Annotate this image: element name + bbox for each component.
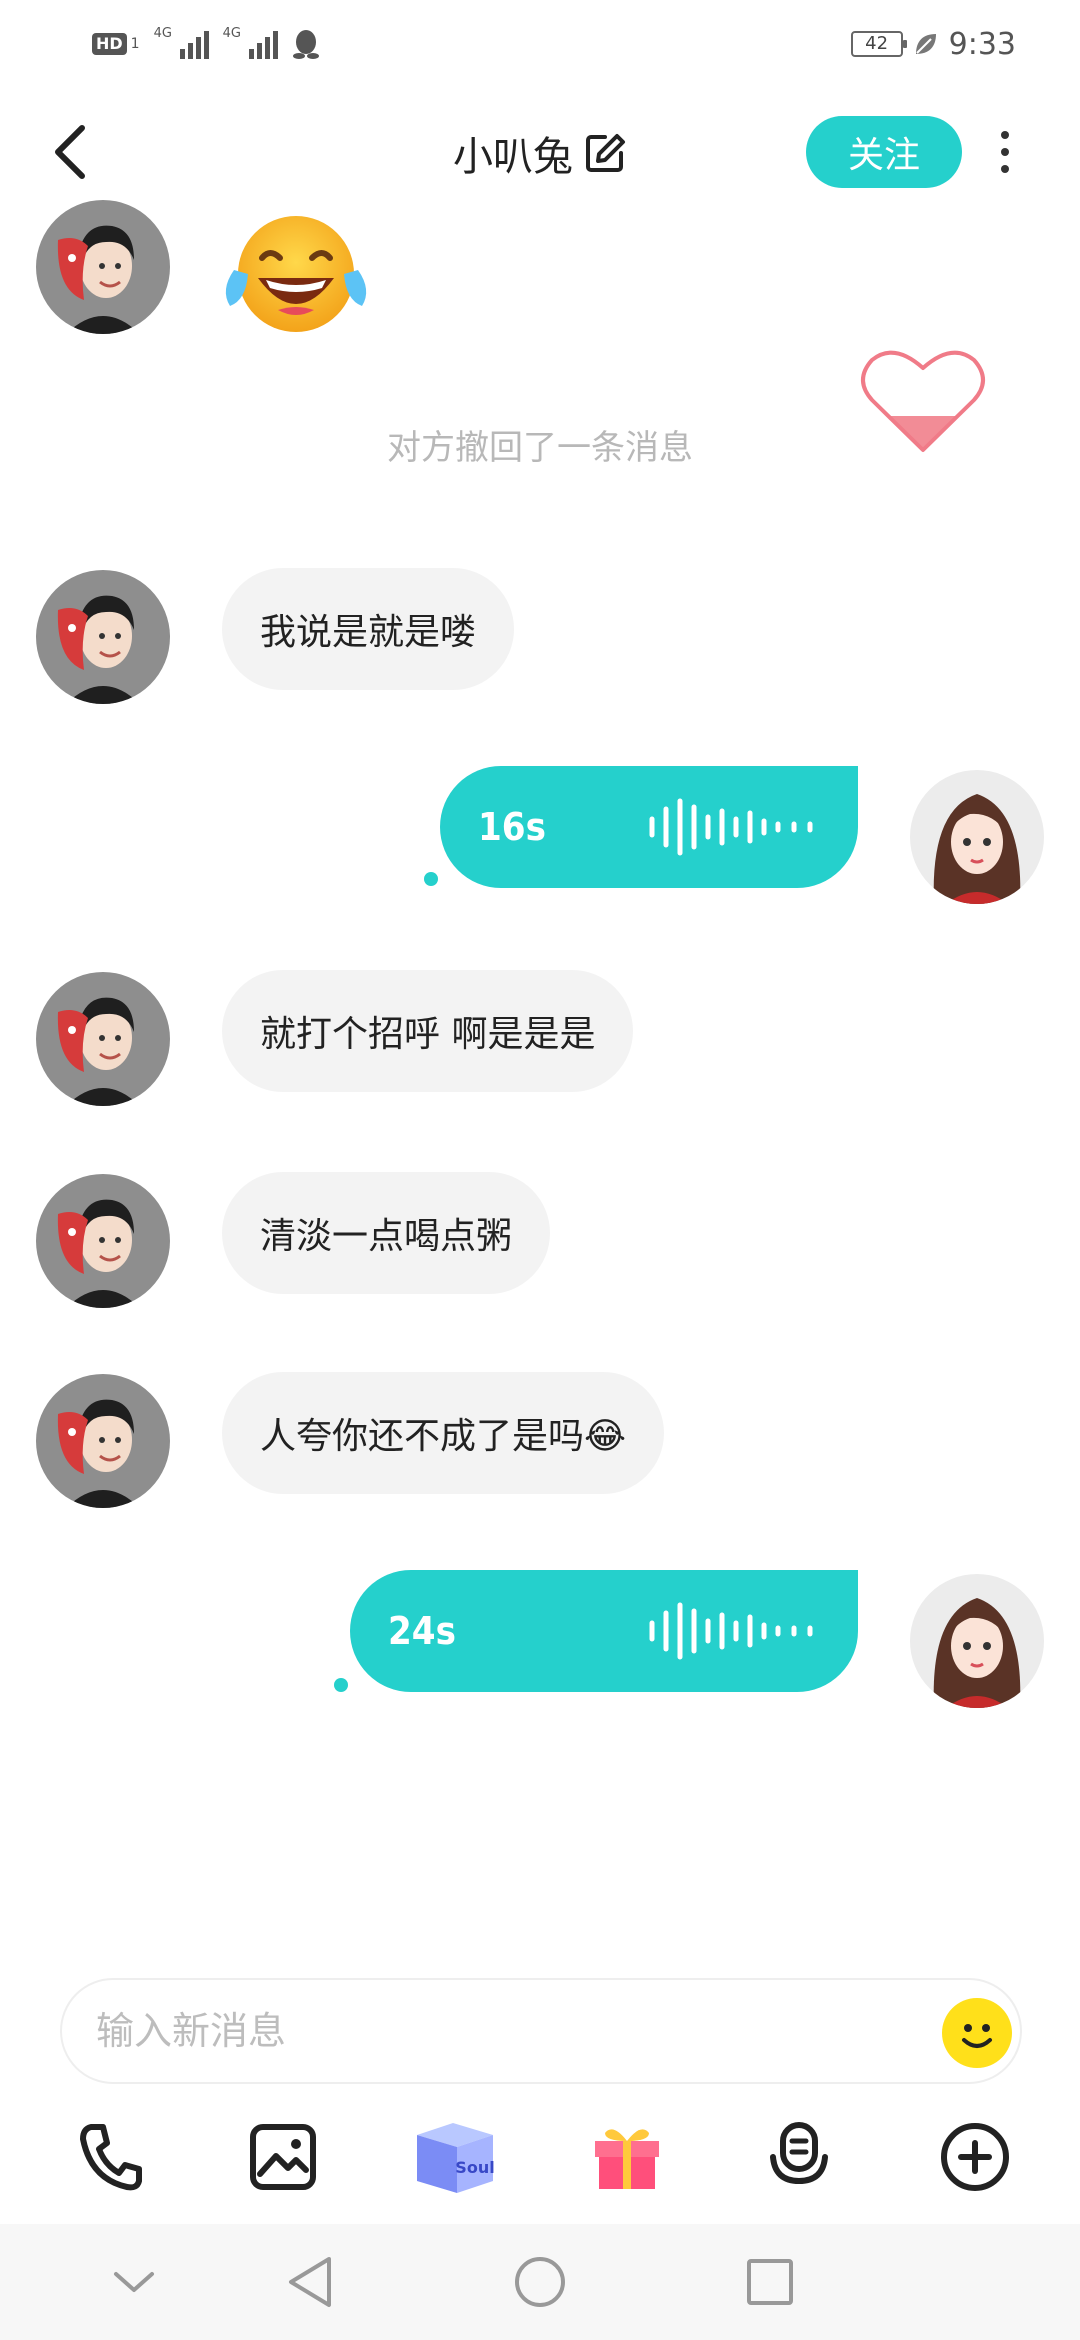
recents-square-icon	[747, 2259, 793, 2305]
clock: 9:33	[948, 26, 1016, 62]
soul-box-text: Soul	[455, 2158, 494, 2177]
voice-message[interactable]: 16s	[440, 766, 858, 888]
gift-button[interactable]	[582, 2110, 672, 2204]
partner-avatar-image	[36, 1174, 170, 1308]
phone-button[interactable]	[66, 2110, 156, 2204]
hd-badge: HD	[92, 33, 127, 55]
phone-icon	[80, 2124, 142, 2191]
laughing-emoji	[225, 216, 367, 332]
voice-duration: 24s	[388, 1609, 456, 1653]
qq-icon	[292, 30, 319, 59]
image-icon	[250, 2124, 316, 2190]
voice-bubble-icon	[770, 2122, 828, 2185]
emoji-button[interactable]	[942, 1998, 1012, 2068]
incoming-message[interactable]: 我说是就是喽	[222, 568, 515, 690]
more-options-button[interactable]	[990, 122, 1020, 182]
partner-avatar[interactable]	[36, 570, 170, 704]
image-button[interactable]	[238, 2110, 328, 2204]
partner-avatar-image	[36, 972, 170, 1106]
soul-box-icon: Soul	[417, 2123, 495, 2193]
partner-avatar-image	[36, 1374, 170, 1508]
chat-header: 小叭兔 关注	[0, 100, 1080, 204]
my-avatar[interactable]	[910, 1574, 1044, 1708]
partner-avatar[interactable]	[36, 972, 170, 1106]
plus-icon	[941, 2123, 1009, 2191]
smiley-icon	[962, 2024, 992, 2048]
incoming-message[interactable]: 就打个招呼 啊是是是	[222, 970, 634, 1092]
signal-icon: 4G	[153, 26, 209, 59]
soul-box-button[interactable]: Soul	[410, 2110, 500, 2204]
my-avatar-image	[910, 1574, 1044, 1708]
nav-collapse-button[interactable]	[104, 2252, 164, 2312]
message-input-bar	[60, 1978, 1022, 2084]
dot	[1001, 148, 1009, 156]
waveform-icon	[649, 798, 813, 856]
follow-button[interactable]: 关注	[806, 116, 962, 188]
back-triangle-icon	[289, 2257, 331, 2307]
incoming-message[interactable]: 人夸你还不成了是吗😂	[222, 1372, 665, 1494]
partner-avatar[interactable]	[36, 1174, 170, 1308]
page-title: 小叭兔	[453, 134, 573, 180]
battery-icon: 42	[850, 31, 907, 57]
signal-label: 4G	[222, 26, 241, 41]
partner-avatar[interactable]	[36, 1374, 170, 1508]
leaf-icon	[915, 34, 936, 54]
nav-back-button[interactable]	[280, 2252, 340, 2312]
edit-icon[interactable]	[583, 131, 627, 175]
incoming-message[interactable]: 清淡一点喝点粥	[222, 1172, 551, 1294]
dot	[1001, 165, 1009, 173]
voice-message[interactable]: 24s	[350, 1570, 858, 1692]
signal-label: 4G	[153, 26, 172, 41]
unread-dot	[334, 1678, 348, 1692]
unread-dot	[424, 872, 438, 886]
plus-button[interactable]	[930, 2110, 1020, 2204]
system-nav-bar	[0, 2224, 1080, 2340]
partner-avatar-image	[36, 570, 170, 704]
heart-meter-icon[interactable]	[860, 344, 986, 456]
my-avatar[interactable]	[910, 770, 1044, 904]
gift-icon	[595, 2129, 659, 2189]
chat-toolbar: Soul	[0, 2110, 1080, 2204]
voice-duration: 16s	[478, 805, 546, 849]
home-circle-icon	[515, 2257, 565, 2307]
dot	[1001, 131, 1009, 139]
nav-home-button[interactable]	[510, 2252, 570, 2312]
sim-number: 1	[130, 36, 140, 52]
my-avatar-image	[910, 770, 1044, 904]
chevron-down-icon	[114, 2272, 154, 2292]
partner-avatar-image	[36, 200, 170, 334]
status-left: HD 1 4G 4G	[92, 24, 320, 64]
voice-bubble-button[interactable]	[754, 2110, 844, 2204]
waveform-icon	[649, 1602, 813, 1660]
status-right: 42 9:33	[850, 24, 1016, 64]
message-input[interactable]	[96, 1980, 916, 2082]
signal-icon: 4G	[222, 26, 278, 59]
nav-recents-button[interactable]	[740, 2252, 800, 2312]
partner-avatar[interactable]	[36, 200, 170, 334]
status-bar: HD 1 4G 4G 42 9:33	[0, 0, 1080, 84]
